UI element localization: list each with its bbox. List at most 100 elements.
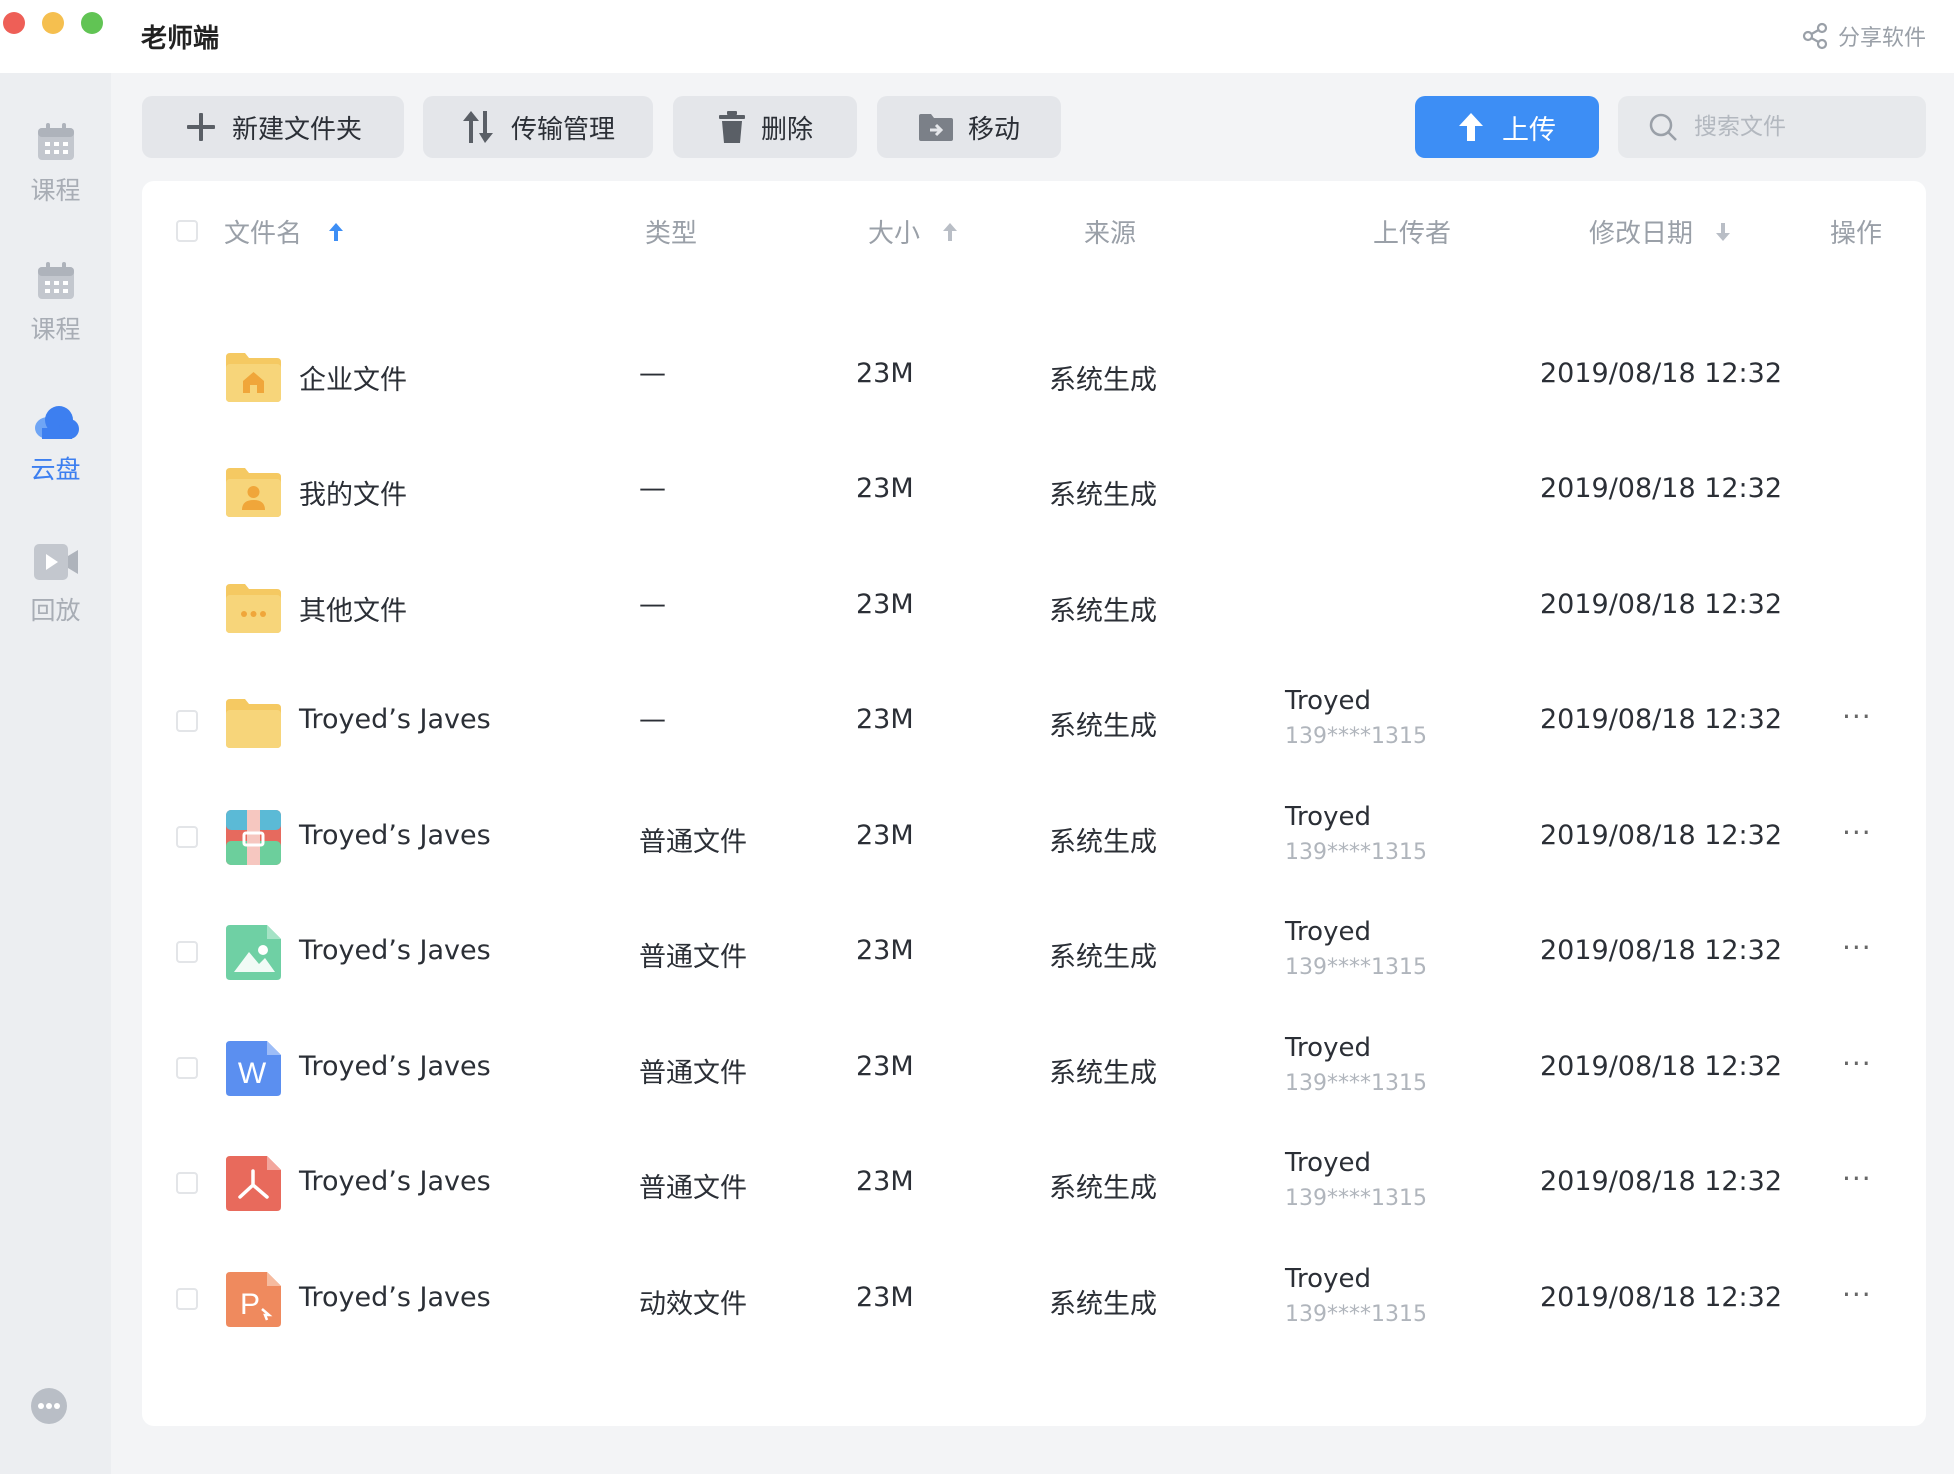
new-folder-button[interactable]: 新建文件夹 xyxy=(142,96,404,158)
uploader-phone: 139****1315 xyxy=(1285,955,1427,980)
modified-date: 2019/08/18 12:32 xyxy=(1540,589,1783,620)
sidebar-item-playback[interactable]: 回放 xyxy=(0,541,111,627)
sidebar-item-label: 回放 xyxy=(30,596,81,625)
folder-icon xyxy=(226,699,281,748)
uploader-cell: Troyed 139****1315 xyxy=(1285,917,1427,980)
header-uploader[interactable]: 上传者 xyxy=(1373,213,1451,250)
calendar-icon xyxy=(37,262,74,299)
file-source: 系统生成 xyxy=(1049,1058,1157,1089)
modified-date: 2019/08/18 12:32 xyxy=(1540,704,1783,735)
share-software-button[interactable]: 分享软件 xyxy=(1800,20,1926,52)
minimize-window-button[interactable] xyxy=(42,12,64,34)
more-actions-icon[interactable]: ··· xyxy=(1842,1047,1872,1080)
uploader-name: Troyed xyxy=(1285,686,1371,716)
header-type[interactable]: 类型 xyxy=(645,213,697,250)
header-date[interactable]: 修改日期 xyxy=(1589,213,1731,250)
sort-down-icon xyxy=(1716,222,1731,241)
row-checkbox[interactable] xyxy=(176,1288,198,1310)
file-size: 23M xyxy=(856,1166,914,1197)
delete-label: 删除 xyxy=(760,114,813,145)
search-box[interactable] xyxy=(1618,96,1926,158)
header-size[interactable]: 大小 xyxy=(868,213,958,250)
file-size: 23M xyxy=(856,1051,914,1082)
sidebar-item-course-2[interactable]: 课程 xyxy=(0,260,111,346)
row-checkbox[interactable] xyxy=(176,710,198,732)
file-name: Troyed’s Javes xyxy=(299,704,491,735)
cloud-icon xyxy=(34,406,79,439)
upload-arrow-icon xyxy=(1459,113,1483,141)
move-button[interactable]: 移动 xyxy=(877,96,1061,158)
uploader-phone: 139****1315 xyxy=(1285,724,1427,749)
uploader-phone: 139****1315 xyxy=(1285,1071,1427,1096)
file-name: 我的文件 xyxy=(299,480,407,511)
upload-button[interactable]: 上传 xyxy=(1415,96,1599,158)
header-size-label: 大小 xyxy=(868,219,921,249)
uploader-name: Troyed xyxy=(1285,1033,1371,1063)
sidebar: 课程 课程 云盘 回放 xyxy=(0,73,111,1474)
file-source: 系统生成 xyxy=(1049,596,1157,627)
row-checkbox[interactable] xyxy=(176,826,198,848)
table-row[interactable]: Troyed’s Javes 普通文件 23M 系统生成 2019/08/18 12:3… xyxy=(142,895,1926,1010)
word-file-icon: W xyxy=(226,1041,281,1096)
more-icon[interactable] xyxy=(31,1388,67,1424)
transfer-icon xyxy=(462,111,493,143)
file-name: 企业文件 xyxy=(299,365,407,396)
file-type: 普通文件 xyxy=(639,1058,747,1089)
table-row[interactable]: Troyed’s Javes 普通文件 23M 系统生成 2019/08/18 12:3… xyxy=(142,1126,1926,1241)
file-size: 23M xyxy=(856,935,914,966)
more-actions-icon[interactable]: ··· xyxy=(1842,1278,1872,1311)
maximize-window-button[interactable] xyxy=(81,12,103,34)
select-all-checkbox[interactable] xyxy=(176,220,198,242)
more-actions-icon[interactable]: ··· xyxy=(1842,931,1872,964)
uploader-phone: 139****1315 xyxy=(1285,840,1427,865)
trash-icon xyxy=(718,111,745,143)
file-name: 其他文件 xyxy=(299,596,407,627)
transfer-label: 传输管理 xyxy=(510,114,615,145)
file-size: 23M xyxy=(856,704,914,735)
row-checkbox[interactable] xyxy=(176,941,198,963)
modified-date: 2019/08/18 12:32 xyxy=(1540,358,1783,389)
more-actions-icon[interactable]: ··· xyxy=(1842,816,1872,849)
file-type: — xyxy=(639,473,666,504)
header-action-label: 操作 xyxy=(1830,219,1883,249)
row-checkbox[interactable] xyxy=(176,1057,198,1079)
table-row[interactable]: W Troyed’s Javes 普通文件 23M 系统生成 2019/08/18 12… xyxy=(142,1011,1926,1126)
table-row[interactable]: P Troyed’s Javes 动效文件 23M 系统生成 2019/08/18 12… xyxy=(142,1242,1926,1357)
file-type: — xyxy=(639,589,666,620)
table-row[interactable]: Troyed’s Javes — 23M 系统生成 2019/08/18 12:32 Tr… xyxy=(142,664,1926,779)
uploader-name: Troyed xyxy=(1285,1148,1371,1178)
header-name[interactable]: 文件名 xyxy=(224,213,344,250)
uploader-cell: Troyed 139****1315 xyxy=(1285,1148,1427,1211)
table-row[interactable]: Troyed’s Javes 普通文件 23M 系统生成 2019/08/18 12:3… xyxy=(142,780,1926,895)
enterprise-folder-icon xyxy=(226,353,281,402)
header-uploader-label: 上传者 xyxy=(1373,219,1452,249)
close-window-button[interactable] xyxy=(3,12,25,34)
delete-button[interactable]: 删除 xyxy=(673,96,857,158)
table-row[interactable]: 我的文件 — 23M 系统生成 2019/08/18 12:32 xyxy=(142,433,1926,548)
more-actions-icon[interactable]: ··· xyxy=(1842,700,1872,733)
sidebar-item-cloud-disk[interactable]: 云盘 xyxy=(0,400,111,486)
video-icon xyxy=(33,544,78,580)
uploader-cell: Troyed 139****1315 xyxy=(1285,802,1427,865)
file-size: 23M xyxy=(856,589,914,620)
personal-folder-icon xyxy=(226,468,281,517)
header-source-label: 来源 xyxy=(1084,219,1137,249)
title-bar: 老师端 分享软件 xyxy=(0,0,1954,73)
file-type: 普通文件 xyxy=(639,827,747,858)
search-input[interactable] xyxy=(1694,114,1904,140)
more-actions-icon[interactable]: ··· xyxy=(1842,1162,1872,1195)
svg-text:P: P xyxy=(240,1288,260,1321)
file-name: Troyed’s Javes xyxy=(299,1166,491,1197)
header-action: 操作 xyxy=(1830,213,1882,250)
modified-date: 2019/08/18 12:32 xyxy=(1540,1282,1783,1313)
file-name: Troyed’s Javes xyxy=(299,1282,491,1313)
table-row[interactable]: 其他文件 — 23M 系统生成 2019/08/18 12:32 xyxy=(142,549,1926,664)
header-source[interactable]: 来源 xyxy=(1084,213,1136,250)
transfer-management-button[interactable]: 传输管理 xyxy=(423,96,653,158)
search-icon xyxy=(1649,113,1677,141)
modified-date: 2019/08/18 12:32 xyxy=(1540,1051,1783,1082)
row-checkbox[interactable] xyxy=(176,1172,198,1194)
header-date-label: 修改日期 xyxy=(1589,219,1694,249)
table-row[interactable]: 企业文件 — 23M 系统生成 2019/08/18 12:32 xyxy=(142,318,1926,433)
sidebar-item-course-1[interactable]: 课程 xyxy=(0,121,111,207)
